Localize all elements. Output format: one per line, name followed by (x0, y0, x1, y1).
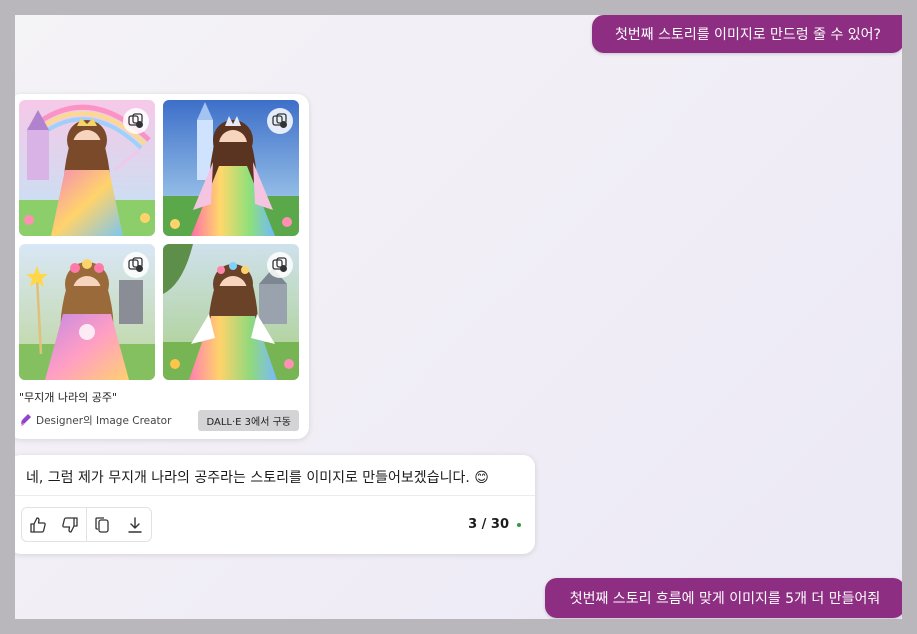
dalle-badge: DALL·E 3에서 구동 (198, 409, 299, 431)
image-creator-label: Designer의 Image Creator (36, 414, 172, 427)
designer-logo-icon (21, 414, 31, 426)
image-caption: "무지개 나라의 공주" (19, 391, 118, 404)
copy-button[interactable] (87, 508, 119, 541)
copy-icon (95, 516, 109, 533)
thumbs-up-icon (30, 516, 46, 533)
generated-image-card: "무지개 나라의 공주" Designer의 Image Creator DAL… (15, 94, 309, 439)
copy-image-icon[interactable] (267, 108, 293, 134)
generated-image-3[interactable] (19, 244, 155, 380)
dislike-button[interactable] (54, 508, 86, 541)
image-source-row: Designer의 Image Creator DALL·E 3에서 구동 (19, 409, 299, 431)
user-message-bubble: 첫번째 스토리 흐름에 맞게 이미지를 5개 더 만들어줘 (545, 578, 902, 618)
generated-image-2[interactable] (163, 100, 299, 236)
reply-divider (15, 495, 535, 496)
download-button[interactable] (119, 508, 151, 541)
user-message-bubble: 첫번째 스토리를 이미지로 만드렁 줄 수 있어? (592, 15, 902, 53)
thumbs-down-icon (62, 516, 78, 533)
copy-image-icon[interactable] (267, 252, 293, 278)
reply-actions (21, 507, 152, 542)
chat-window: 첫번째 스토리를 이미지로 만드렁 줄 수 있어? "무지개 나라의 공주" D… (15, 15, 902, 619)
generated-image-1[interactable] (19, 100, 155, 236)
assistant-reply-card: 네, 그럼 제가 무지개 나라의 공주라는 스토리를 이미지로 만들어보겠습니다… (15, 455, 535, 554)
copy-image-icon[interactable] (123, 252, 149, 278)
download-icon (128, 516, 142, 533)
user-message-text: 첫번째 스토리를 이미지로 만드렁 줄 수 있어? (615, 27, 881, 43)
assistant-reply-text: 네, 그럼 제가 무지개 나라의 공주라는 스토리를 이미지로 만들어보겠습니다… (26, 470, 489, 486)
copy-image-icon[interactable] (123, 108, 149, 134)
status-dot (517, 523, 521, 527)
like-button[interactable] (22, 508, 54, 541)
generated-image-4[interactable] (163, 244, 299, 380)
turn-counter: 3 / 30 (468, 517, 509, 532)
user-message-text: 첫번째 스토리 흐름에 맞게 이미지를 5개 더 만들어줘 (569, 591, 881, 607)
image-creator-link[interactable]: Designer의 Image Creator (19, 413, 171, 428)
